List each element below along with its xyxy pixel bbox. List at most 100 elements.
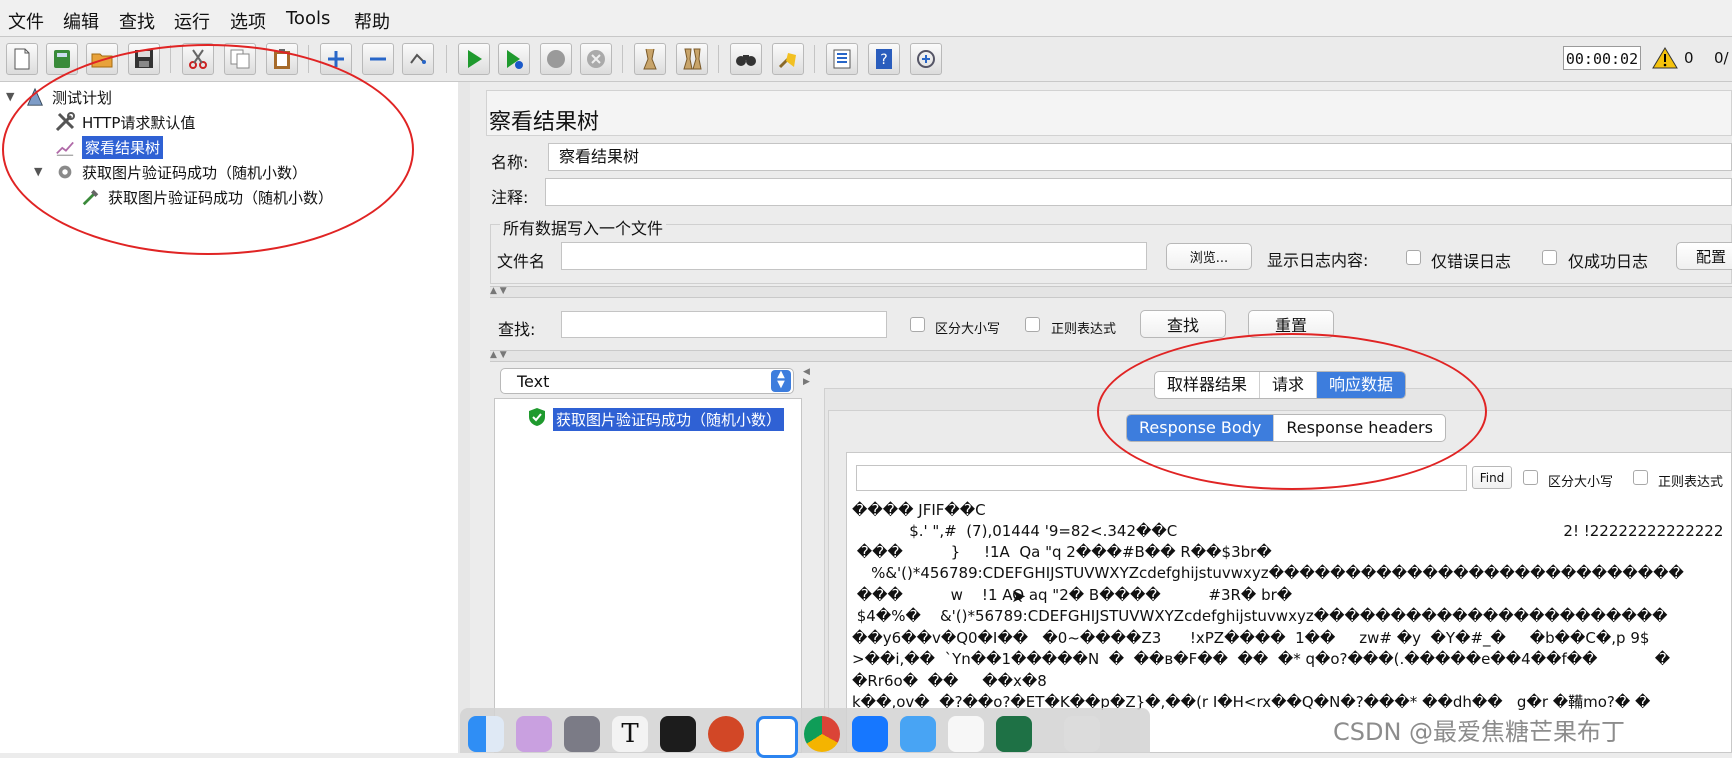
config-wrench-icon bbox=[54, 111, 76, 133]
finder-icon[interactable] bbox=[468, 716, 504, 752]
powerpoint-icon[interactable] bbox=[708, 716, 744, 752]
new-icon[interactable] bbox=[6, 43, 38, 75]
split-divider[interactable]: ▲ ▼ bbox=[490, 286, 1732, 298]
response-line: ���� JFIF��C bbox=[852, 501, 986, 519]
help-icon[interactable]: ? bbox=[868, 43, 900, 75]
search-icon[interactable] bbox=[730, 43, 762, 75]
toggle-icon[interactable] bbox=[402, 43, 434, 75]
menu-file[interactable]: 文件 bbox=[8, 8, 44, 34]
menu-tools[interactable]: Tools bbox=[286, 8, 330, 29]
reset-search-icon[interactable] bbox=[772, 43, 804, 75]
clear-icon[interactable] bbox=[634, 43, 666, 75]
feishu-icon[interactable] bbox=[852, 716, 888, 752]
search-input[interactable] bbox=[561, 311, 887, 338]
clear-all-icon[interactable] bbox=[676, 43, 708, 75]
response-line: ��� } !1A Qa "q 2���#B�� R��$3br� bbox=[852, 543, 1272, 561]
configure-button[interactable]: 配置 bbox=[1676, 242, 1732, 270]
rocket-icon[interactable] bbox=[564, 716, 600, 752]
errors-only-label: 仅错误日志 bbox=[1431, 252, 1512, 271]
file-section-title: 所有数据写入一个文件 bbox=[500, 215, 667, 239]
java-icon[interactable] bbox=[948, 716, 984, 752]
name-field[interactable]: 察看结果树 bbox=[548, 143, 1732, 171]
response-line: %&'()*456789:CDEFGHIJSTUVWXYZcdefghijstu… bbox=[852, 564, 1684, 582]
trash-icon[interactable] bbox=[1064, 716, 1100, 752]
menu-edit[interactable]: 编辑 bbox=[63, 8, 99, 34]
response-line: �Rr6o� �� ��x�8 bbox=[852, 672, 1047, 690]
reset-button[interactable]: 重置 bbox=[1248, 310, 1334, 338]
menu-options[interactable]: 选项 bbox=[230, 8, 266, 34]
body-regex-checkbox[interactable] bbox=[1633, 470, 1648, 485]
paste-icon[interactable] bbox=[266, 43, 298, 75]
result-item[interactable]: 获取图片验证码成功（随机小数） bbox=[527, 407, 785, 431]
expand-triangle-icon[interactable]: ▼ bbox=[34, 165, 42, 178]
response-line: ��y6��v�Q0�I�� �0~����Z3 !xPZ���� 1�� zw… bbox=[852, 629, 1650, 647]
shutdown-icon[interactable] bbox=[580, 43, 612, 75]
renderer-select[interactable]: Text ▲ ▼ bbox=[500, 368, 794, 394]
response-line: ��� w !1 AQ aq "2� B���� #3R� br� bbox=[852, 586, 1293, 604]
tab-response-body[interactable]: Response Body bbox=[1127, 415, 1275, 441]
select-chevron-icon: ▲ ▼ bbox=[771, 370, 791, 392]
body-find-button[interactable]: Find bbox=[1472, 466, 1512, 489]
tree-item-label: 测试计划 bbox=[52, 88, 113, 107]
remote-icon[interactable] bbox=[910, 43, 942, 75]
cloud-icon[interactable] bbox=[900, 716, 936, 752]
tree-item-http-defaults[interactable]: HTTP请求默认值 bbox=[54, 111, 195, 133]
search-label: 查找: bbox=[498, 320, 536, 339]
tree-item-view-results-tree[interactable]: 察看结果树 bbox=[54, 135, 164, 159]
test-plan-icon bbox=[24, 86, 46, 108]
collapse-arrows-icon[interactable]: ◀ ▶ bbox=[803, 367, 810, 387]
tab-response-headers[interactable]: Response headers bbox=[1274, 415, 1445, 441]
comment-field[interactable] bbox=[545, 178, 1732, 206]
body-regex-label: 正则表达式 bbox=[1658, 475, 1724, 490]
function-helper-icon[interactable] bbox=[826, 43, 858, 75]
tab-request[interactable]: 请求 bbox=[1260, 372, 1318, 398]
save-icon[interactable] bbox=[128, 43, 160, 75]
success-only-checkbox[interactable] bbox=[1542, 250, 1557, 265]
tree-item-sampler[interactable]: 获取图片验证码成功（随机小数） bbox=[80, 186, 333, 208]
regex-checkbox[interactable] bbox=[1025, 317, 1040, 332]
chrome-icon[interactable] bbox=[804, 716, 840, 752]
terminal-icon[interactable] bbox=[660, 716, 696, 752]
tab-sampler-result[interactable]: 取样器结果 bbox=[1155, 372, 1261, 398]
tree-item-thread-group[interactable]: 获取图片验证码成功（随机小数） bbox=[54, 161, 307, 183]
warning-icon[interactable] bbox=[1652, 46, 1678, 70]
case-sensitive-checkbox[interactable] bbox=[910, 317, 925, 332]
warning-count: 0 bbox=[1684, 49, 1694, 67]
body-case-checkbox[interactable] bbox=[1523, 470, 1538, 485]
find-button[interactable]: 查找 bbox=[1140, 310, 1226, 338]
menu-search[interactable]: 查找 bbox=[119, 8, 155, 34]
split-divider[interactable]: ▲ ▼ bbox=[490, 350, 1732, 362]
response-line: $4�%� &'()*56789:CDEFGHIJSTUVWXYZcdefghi… bbox=[852, 607, 1668, 625]
expand-icon[interactable] bbox=[320, 43, 352, 75]
tab-response-data[interactable]: 响应数据 bbox=[1317, 372, 1406, 398]
menu-help[interactable]: 帮助 bbox=[354, 8, 390, 34]
collapse-icon[interactable] bbox=[362, 43, 394, 75]
tree-item-label: 获取图片验证码成功（随机小数） bbox=[108, 188, 334, 207]
body-case-label: 区分大小写 bbox=[1548, 475, 1614, 490]
renderer-select-value: Text bbox=[517, 372, 550, 391]
expand-triangle-icon[interactable]: ▼ bbox=[6, 90, 14, 103]
typora-icon[interactable]: T bbox=[612, 716, 648, 752]
result-tabs: 取样器结果 请求 响应数据 bbox=[1154, 371, 1407, 399]
filename-field[interactable] bbox=[561, 242, 1147, 270]
qq-icon[interactable] bbox=[756, 716, 798, 758]
cut-icon[interactable] bbox=[182, 43, 214, 75]
watermark: CSDN @最爱焦糖芒果布丁 bbox=[1333, 718, 1626, 746]
templates-icon[interactable] bbox=[46, 43, 78, 75]
open-icon[interactable] bbox=[86, 43, 118, 75]
menu-run[interactable]: 运行 bbox=[174, 8, 210, 34]
body-search-input[interactable] bbox=[856, 465, 1467, 491]
stop-icon[interactable] bbox=[540, 43, 572, 75]
launchpad-icon[interactable] bbox=[516, 716, 552, 752]
split-pane-divider[interactable] bbox=[458, 82, 470, 753]
title-bar bbox=[486, 90, 1732, 136]
excel-icon[interactable] bbox=[996, 716, 1032, 752]
start-icon[interactable] bbox=[458, 43, 490, 75]
tree-item-test-plan[interactable]: 测试计划 bbox=[24, 86, 112, 108]
copy-icon[interactable] bbox=[224, 43, 256, 75]
browse-button[interactable]: 浏览... bbox=[1166, 243, 1252, 270]
tree-item-label: 获取图片验证码成功（随机小数） bbox=[82, 163, 308, 182]
errors-only-checkbox[interactable] bbox=[1406, 250, 1421, 265]
sampler-pipette-icon bbox=[80, 186, 102, 208]
start-no-pause-icon[interactable] bbox=[498, 43, 530, 75]
